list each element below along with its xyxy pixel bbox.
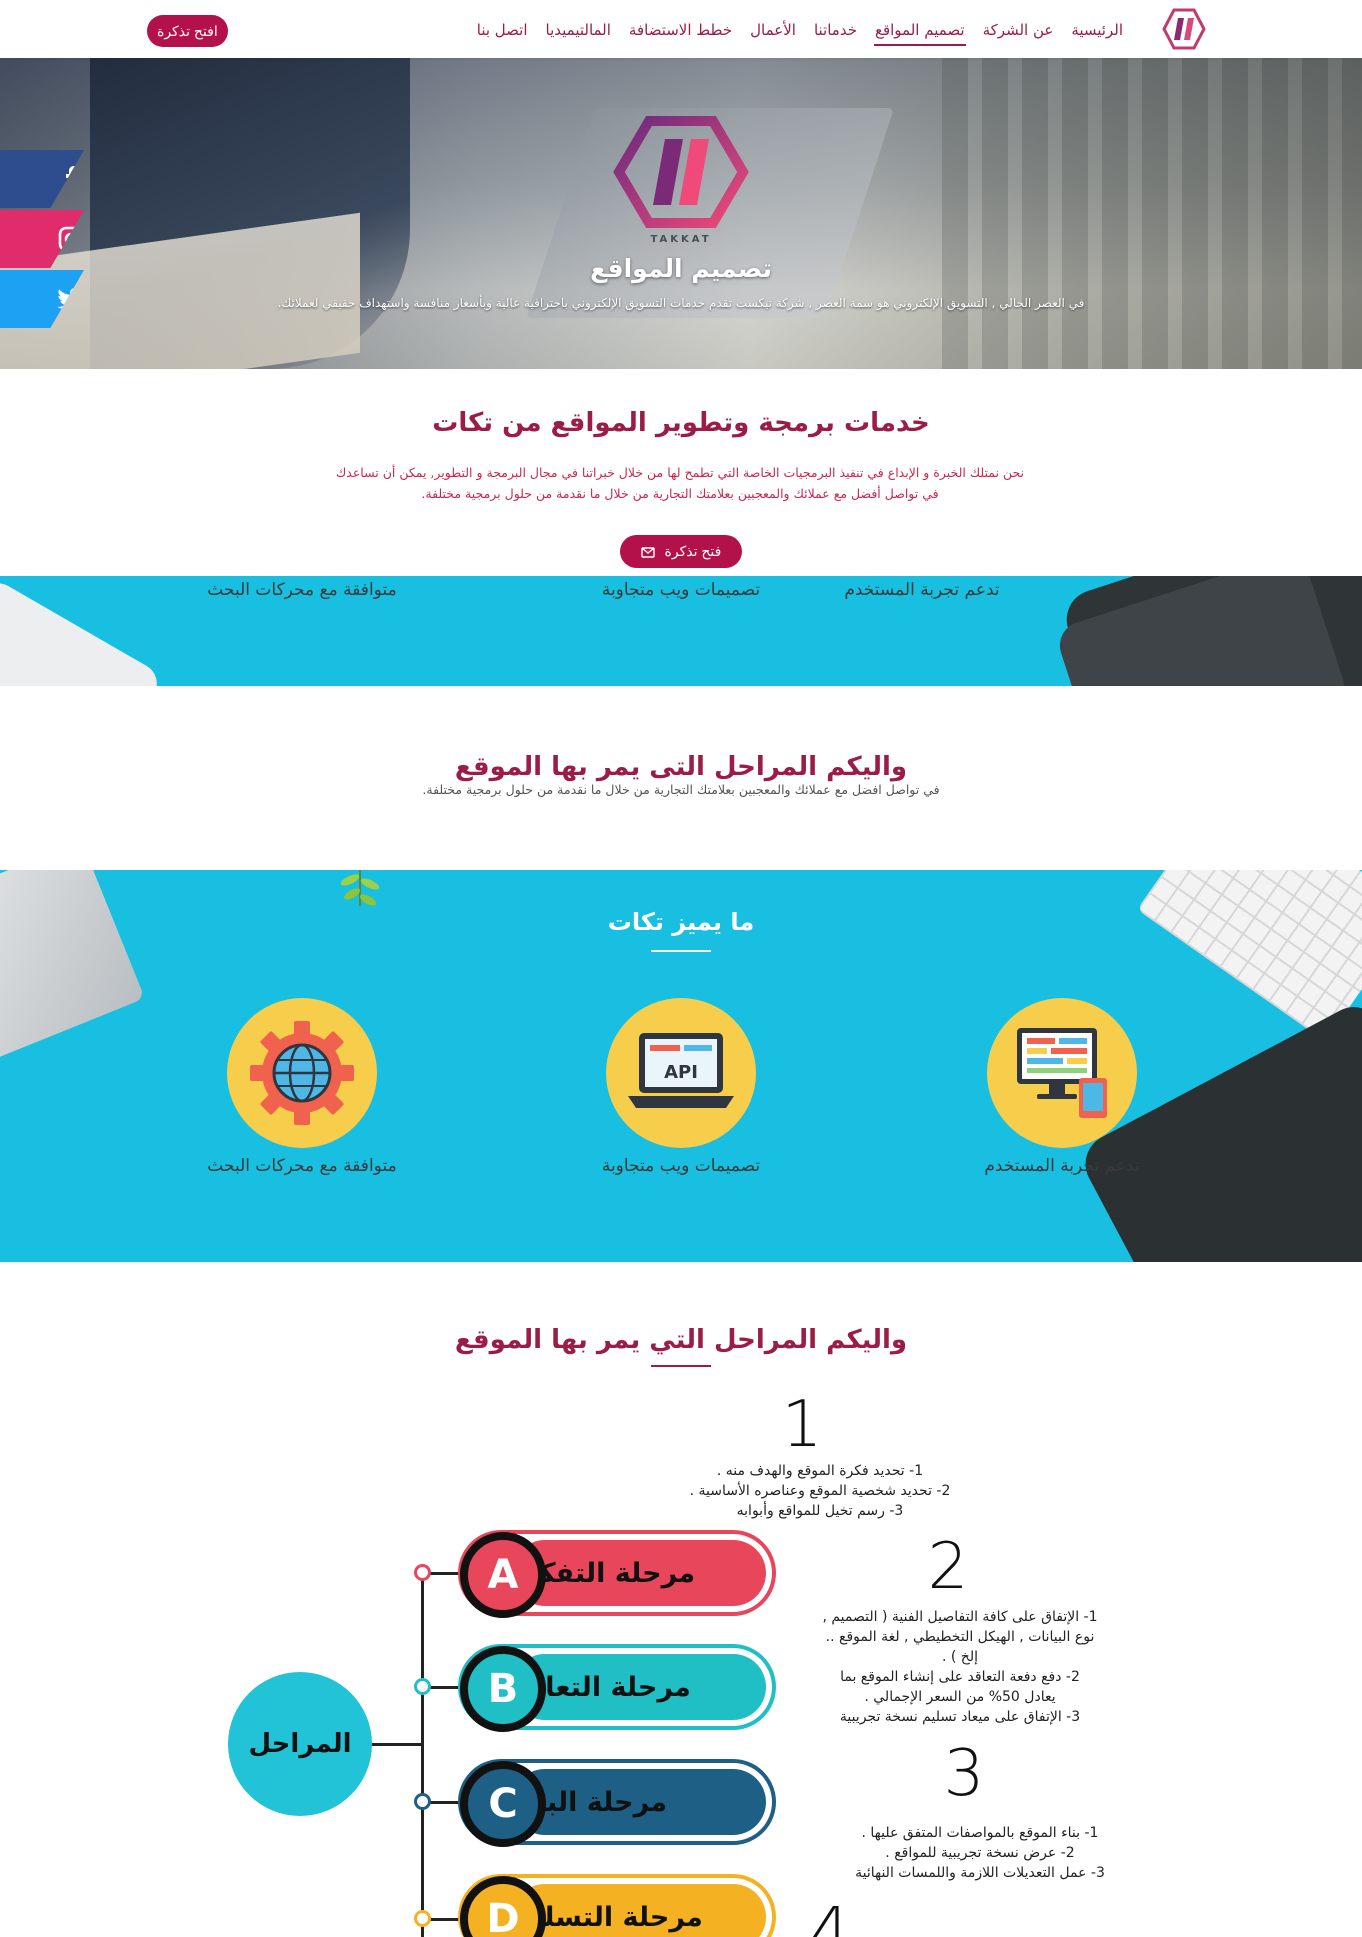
- stages-center-label: المراحل: [248, 1729, 352, 1759]
- step-3-item-1: 1- بناء الموقع بالمواصفات المتفق عليها .: [861, 1825, 1099, 1841]
- hero-title: تصميم المواقع: [590, 254, 772, 283]
- step-2-number: 2: [927, 1530, 969, 1604]
- step-2-item-2: نوع البيانات , الهيكل التخطيطي , لغة الم…: [825, 1629, 1095, 1645]
- nav-services[interactable]: خدماتنا: [805, 0, 866, 58]
- mindmap-dot-d: [414, 1910, 431, 1927]
- why-takkat-title: ما يميز تكات: [607, 908, 755, 936]
- why-title-underline: [651, 950, 711, 952]
- twitter-link[interactable]: [0, 270, 84, 328]
- phase-d-pill: مرحلة التسليم D: [458, 1874, 776, 1937]
- phase-c-label-bg: مرحلة البناء: [512, 1769, 766, 1835]
- phase-a-letter: A: [460, 1532, 546, 1618]
- services-description-line1: نحن نمتلك الخبرة و الإبداع في تنفيذ البر…: [335, 465, 1025, 480]
- step-4-number: 4: [809, 1895, 851, 1937]
- stages-title-underline: [651, 1365, 711, 1367]
- phase-b-pill: مرحلة التعاقد B: [458, 1644, 776, 1732]
- open-ticket-button[interactable]: افتح تذكرة: [147, 15, 228, 47]
- instagram-link[interactable]: [0, 210, 84, 268]
- facebook-link[interactable]: [0, 150, 84, 208]
- top-navbar: الرئيسية عن الشركة تصميم المواقع خدماتنا…: [0, 0, 1362, 58]
- feature-responsive-label: تصميمات ويب متجاوبة: [601, 1156, 761, 1176]
- step-2-item-1: 1- الإتفاق على كافة التفاصيل الفنية ( ال…: [822, 1609, 1098, 1625]
- nav-contact[interactable]: اتصل بنا: [468, 0, 537, 58]
- step-1-item-1: 1- تحديد فكرة الموقع والهدف منه .: [716, 1463, 924, 1479]
- feature-ux-label: تدعم تجربة المستخدم: [984, 1156, 1140, 1176]
- nav-multimedia[interactable]: المالتيميديا: [537, 0, 620, 58]
- phase-c-letter: C: [460, 1761, 546, 1847]
- nav-works[interactable]: الأعمال: [741, 0, 805, 58]
- hero-logo-text: TAKKAT: [650, 234, 712, 245]
- stages-center-circle: المراحل: [228, 1672, 372, 1816]
- globe-gear-icon: [250, 1021, 354, 1125]
- features-strip: تدعم تجربة المستخدم تصميمات ويب متجاوبة …: [0, 576, 1362, 686]
- step-2-item-6: 3- الإتفاق على ميعاد تسليم نسخة تجريبية: [839, 1709, 1081, 1725]
- phase-a-pill: مرحلة التفكير A: [458, 1530, 776, 1618]
- mindmap-dot-b: [414, 1678, 431, 1695]
- takkat-hero-logo-icon: [613, 116, 749, 228]
- social-sidebar: [0, 150, 84, 330]
- step-2-list: 1- الإتفاق على كافة التفاصيل الفنية ( ال…: [780, 1607, 1140, 1727]
- services-description-line2: في تواصل أفضل مع عملائك والمعجبين بعلامت…: [421, 486, 939, 501]
- strip-label-responsive: تصميمات ويب متجاوبة: [601, 580, 761, 600]
- api-laptop-icon: API: [628, 1033, 734, 1108]
- takkat-logo-icon[interactable]: [1160, 6, 1208, 52]
- nav-home[interactable]: الرئيسية: [1062, 0, 1132, 58]
- hero-description: في العصر الحالي , التسويق الإلكتروني هو …: [277, 296, 1085, 310]
- nav-web-design[interactable]: تصميم المواقع: [866, 0, 974, 58]
- strip-label-seo: متوافقة مع محركات البحث: [207, 580, 397, 600]
- phase-d-label-bg: مرحلة التسليم: [512, 1884, 766, 1937]
- plant-decoration-icon: [340, 870, 380, 906]
- feature-responsive-circle: API: [606, 998, 756, 1148]
- why-takkat-section: ما يميز تكات API تدعم تجربة المستخدم تصم…: [0, 870, 1362, 1262]
- feature-seo-circle: [227, 998, 377, 1148]
- mindmap-branch: [372, 1743, 422, 1746]
- band-laptop-decoration: [0, 870, 145, 1070]
- step-3-list: 1- بناء الموقع بالمواصفات المتفق عليها .…: [800, 1823, 1160, 1883]
- hero-background-glass: [942, 58, 1362, 369]
- stages-title: واليكم المراحل التي يمر بها الموقع: [454, 1325, 908, 1355]
- phase-b-letter: B: [460, 1646, 546, 1732]
- hero-banner: TAKKAT تصميم المواقع في العصر الحالي , ا…: [0, 58, 1362, 369]
- open-ticket-label: فتح تذكرة: [664, 543, 722, 559]
- nav-about[interactable]: عن الشركة: [974, 0, 1063, 58]
- stages-intro-title: واليكم المراحل التى يمر بها الموقع: [454, 752, 908, 782]
- step-1-list: 1- تحديد فكرة الموقع والهدف منه . 2- تحد…: [630, 1461, 1010, 1521]
- feature-ux-circle: [987, 998, 1137, 1148]
- phase-a-label-bg: مرحلة التفكير: [512, 1540, 766, 1606]
- step-1-number: 1: [781, 1388, 823, 1462]
- feature-seo-label: متوافقة مع محركات البحث: [207, 1156, 397, 1176]
- step-3-item-3: 3- عمل التعديلات اللازمة واللمسات النهائ…: [855, 1865, 1105, 1881]
- step-2-item-5: يعادل 50% من السعر الإجمالي .: [864, 1689, 1056, 1705]
- services-title: خدمات برمجة وتطوير المواقع من تكات: [432, 408, 930, 438]
- phase-c-pill: مرحلة البناء C: [458, 1759, 776, 1847]
- phase-b-label-bg: مرحلة التعاقد: [512, 1654, 766, 1720]
- step-3-number: 3: [943, 1737, 985, 1811]
- step-2-item-3: إلخ ) .: [941, 1649, 978, 1665]
- facebook-icon: [66, 166, 78, 192]
- mindmap-dot-c: [414, 1793, 431, 1810]
- step-1-item-3: 3- رسم تخيل للمواقع وأبوابه: [736, 1503, 904, 1519]
- twitter-icon: [57, 287, 83, 310]
- mindmap-trunk: [421, 1572, 424, 1937]
- nav-hosting[interactable]: خطط الاستضافة: [620, 0, 741, 58]
- step-2-item-4: 2- دفع دفعة التعاقد على إنشاء الموقع بما: [840, 1669, 1080, 1685]
- open-ticket-button-2[interactable]: فتح تذكرة: [620, 535, 742, 568]
- ux-monitor-icon: [1017, 1028, 1107, 1118]
- svg-text:API: API: [664, 1062, 698, 1083]
- services-description: نحن نمتلك الخبرة و الإبداع في تنفيذ البر…: [300, 462, 1060, 504]
- step-3-item-2: 2- عرض نسخة تجريبية للمواقع .: [885, 1845, 1075, 1861]
- band-tablet-decoration: [0, 576, 165, 686]
- envelope-icon: [640, 547, 655, 558]
- mindmap-dot-a: [414, 1564, 431, 1581]
- stages-intro-subtitle: في تواصل افضل مع عملائك والمعجبين بعلامت…: [422, 782, 940, 797]
- instagram-icon: [58, 226, 84, 252]
- main-menu: الرئيسية عن الشركة تصميم المواقع خدماتنا…: [468, 0, 1132, 58]
- step-1-item-2: 2- تحديد شخصية الموقع وعناصره الأساسية .: [689, 1483, 951, 1499]
